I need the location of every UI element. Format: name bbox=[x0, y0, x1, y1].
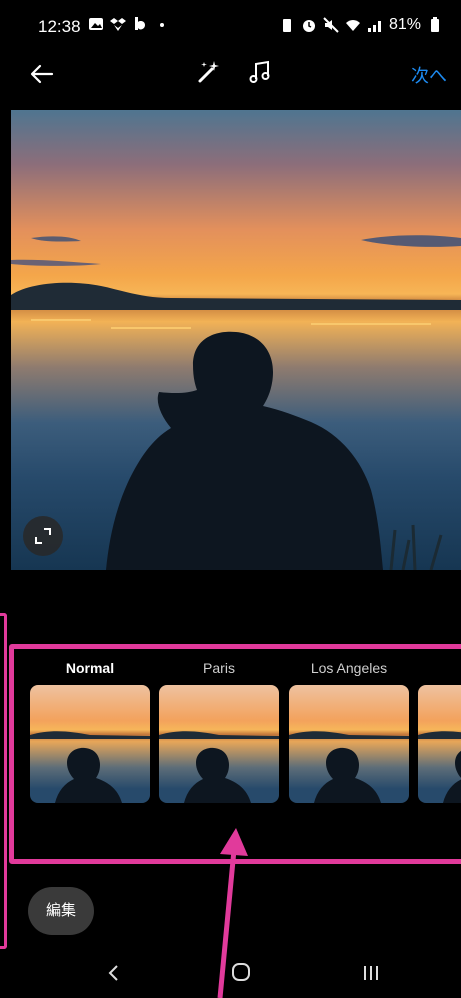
nav-back-icon[interactable] bbox=[104, 963, 124, 983]
filter-thumbnail bbox=[30, 685, 150, 803]
filter-thumbnail bbox=[159, 685, 279, 803]
filter-thumbnail bbox=[289, 685, 409, 803]
top-app-bar: 次へ bbox=[0, 52, 461, 96]
status-time: 12:38 bbox=[38, 17, 81, 36]
filter-normal[interactable]: Normal bbox=[30, 660, 150, 810]
status-right: 81% bbox=[279, 16, 443, 34]
magic-wand-icon[interactable] bbox=[196, 59, 222, 85]
nav-home-icon[interactable] bbox=[230, 961, 252, 983]
status-bar: 12:38 81% bbox=[0, 0, 461, 52]
filter-label: Los Angeles bbox=[310, 660, 388, 676]
expand-icon bbox=[35, 528, 51, 544]
filter-paris[interactable]: Paris bbox=[159, 660, 279, 810]
mute-icon bbox=[323, 17, 339, 33]
dot-icon bbox=[154, 16, 170, 32]
back-arrow-icon[interactable] bbox=[28, 60, 56, 88]
battery-percent: 81% bbox=[388, 16, 421, 33]
gallery-icon bbox=[88, 16, 104, 32]
filter-partial[interactable] bbox=[418, 660, 461, 810]
expand-button[interactable] bbox=[23, 516, 63, 556]
dropbox-icon bbox=[110, 16, 126, 32]
music-note-icon[interactable] bbox=[247, 59, 273, 85]
nav-recent-icon[interactable] bbox=[361, 963, 381, 983]
signal-icon bbox=[367, 17, 383, 33]
edit-button[interactable]: 編集 bbox=[28, 887, 94, 935]
b-icon bbox=[132, 16, 148, 32]
photo-preview bbox=[11, 110, 461, 570]
filter-label: Paris bbox=[203, 660, 235, 676]
filter-los-angeles[interactable]: Los Angeles bbox=[289, 660, 409, 810]
wifi-icon bbox=[345, 17, 361, 33]
alarm-icon bbox=[301, 17, 317, 33]
next-button[interactable]: 次へ bbox=[411, 62, 447, 88]
filter-thumbnail bbox=[418, 685, 461, 803]
annotation-side-frame bbox=[0, 613, 7, 949]
battery-icon bbox=[427, 17, 443, 33]
status-left-icons bbox=[88, 16, 170, 32]
battery-saver-icon bbox=[279, 17, 295, 33]
filter-label: Normal bbox=[65, 660, 115, 676]
